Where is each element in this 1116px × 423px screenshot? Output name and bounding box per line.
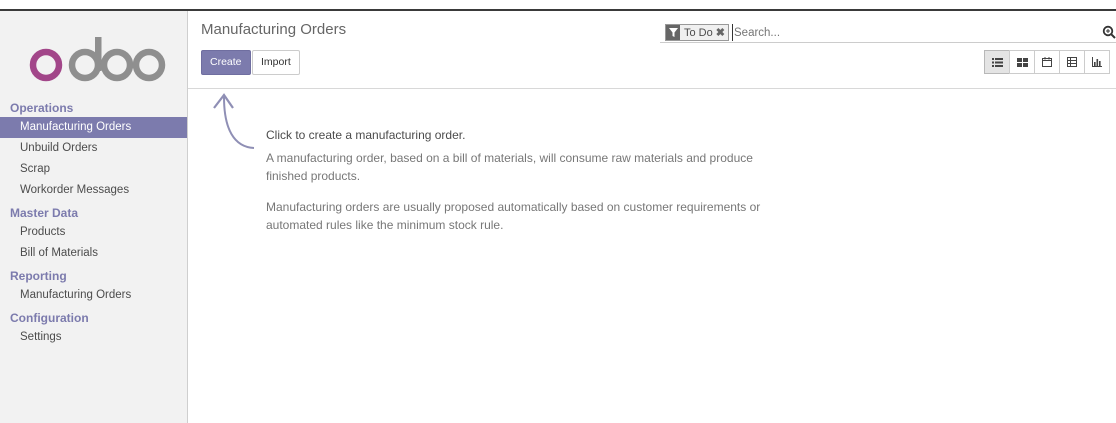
import-button[interactable]: Import (252, 50, 300, 75)
sidebar-section-master-data: Master Data (10, 206, 79, 220)
odoo-logo[interactable] (28, 35, 168, 85)
filter-icon (666, 25, 680, 40)
sidebar-section-operations: Operations (10, 101, 74, 115)
facet-remove-icon[interactable]: ✖ (716, 26, 728, 39)
main-content: Manufacturing Orders Create Import To Do… (188, 11, 1116, 423)
search-bar: To Do ✖ (660, 22, 1116, 43)
sidebar-item-workorder-messages[interactable]: Workorder Messages (0, 180, 187, 201)
breadcrumb[interactable]: Manufacturing Orders (201, 21, 346, 38)
calendar-view-icon[interactable] (1034, 50, 1060, 74)
help-paragraph: A manufacturing order, based on a bill o… (266, 151, 753, 183)
search-facet: To Do ✖ (665, 24, 729, 41)
sidebar-item-manufacturing-orders[interactable]: Manufacturing Orders (0, 285, 187, 306)
curved-arrow-icon (213, 93, 255, 149)
view-switcher (984, 50, 1110, 74)
sidebar-item-bill-of-materials[interactable]: Bill of Materials (0, 243, 187, 264)
help-paragraph: Manufacturing orders are usually propose… (266, 200, 761, 232)
empty-state-help: Click to create a manufacturing order. A… (188, 89, 1116, 423)
window-top-bar (0, 0, 1116, 11)
list-view-icon[interactable] (984, 50, 1010, 74)
sidebar-item-products[interactable]: Products (0, 222, 187, 243)
kanban-view-icon[interactable] (1009, 50, 1035, 74)
control-panel: Manufacturing Orders Create Import To Do… (188, 11, 1116, 89)
sidebar-item-scrap[interactable]: Scrap (0, 159, 187, 180)
search-input[interactable] (732, 24, 1082, 41)
sidebar-item-manufacturing-orders[interactable]: Manufacturing Orders (0, 117, 187, 138)
sidebar: Operations Manufacturing Orders Unbuild Or… (0, 11, 188, 423)
sidebar-menu: Operations Manufacturing Orders Unbuild Or… (0, 99, 187, 348)
help-title: Click to create a manufacturing order. (266, 128, 466, 142)
sidebar-section-configuration: Configuration (10, 311, 89, 325)
create-button[interactable]: Create (201, 50, 251, 75)
search-icon[interactable] (1102, 25, 1116, 39)
facet-label: To Do (684, 26, 713, 39)
graph-view-icon[interactable] (1084, 50, 1110, 74)
pivot-view-icon[interactable] (1059, 50, 1085, 74)
sidebar-item-settings[interactable]: Settings (0, 327, 187, 348)
sidebar-section-reporting: Reporting (10, 269, 67, 283)
sidebar-item-unbuild-orders[interactable]: Unbuild Orders (0, 138, 187, 159)
